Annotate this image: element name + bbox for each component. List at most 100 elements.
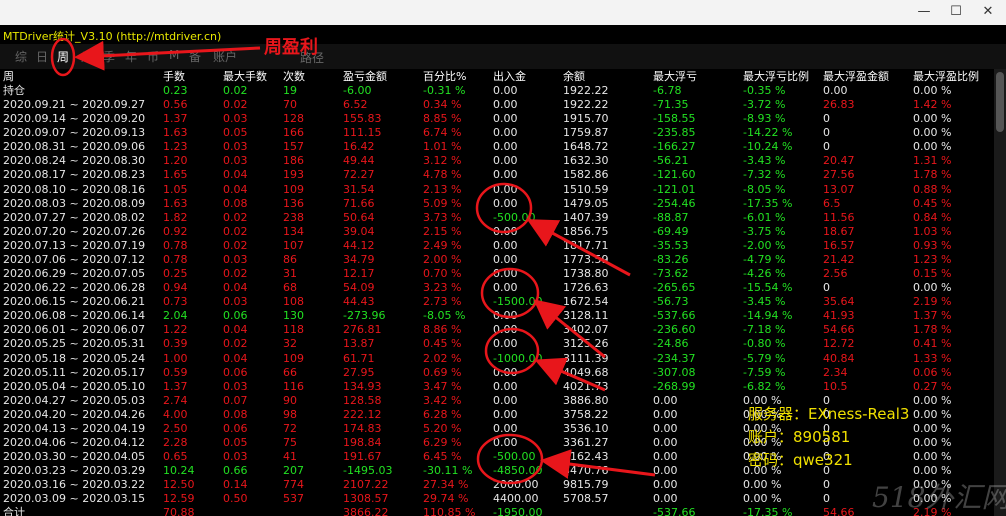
cell-col-2: 0.04 <box>223 182 248 196</box>
cell-col-5: 3.73 % <box>423 210 462 224</box>
app-header: MTDriver统计_V3.10 (http://mtdriver.cn) <box>0 25 1006 44</box>
table-row[interactable]: 2020.09.14 ~ 2020.09.20 1.37 0.03 128 155.83… <box>0 112 994 126</box>
cell-col-10: 21.42 <box>823 252 855 266</box>
column-header[interactable]: 周 <box>3 70 161 84</box>
cell-col-10: 12.72 <box>823 337 855 351</box>
cell-col-1: 0.65 <box>163 450 188 464</box>
cell-col-0: 2020.04.27 ~ 2020.05.03 <box>3 393 146 407</box>
cell-col-6: -1950.00 <box>493 506 543 516</box>
cell-col-2: 0.04 <box>223 281 248 295</box>
table-row[interactable]: 2020.08.24 ~ 2020.08.30 1.20 0.03 186 49.44 3… <box>0 154 994 168</box>
tab-5[interactable]: 年 <box>125 48 137 65</box>
cell-col-0: 2020.03.16 ~ 2020.03.22 <box>3 478 146 492</box>
cell-col-1: 1.63 <box>163 196 188 210</box>
scrollbar-thumb[interactable] <box>996 72 1004 132</box>
cell-col-5: 6.29 % <box>423 436 462 449</box>
table-row[interactable]: 2020.05.25 ~ 2020.05.31 0.39 0.02 32 13.87 0.… <box>0 337 994 351</box>
table-row[interactable]: 2020.09.07 ~ 2020.09.13 1.63 0.05 166 111.15… <box>0 126 994 140</box>
column-header[interactable]: 手数 <box>163 70 221 84</box>
column-header[interactable]: 次数 <box>283 70 341 84</box>
table-row[interactable]: 2020.08.10 ~ 2020.08.16 1.05 0.04 109 31.54 2… <box>0 183 994 197</box>
cell-col-11: 0.00 % <box>913 112 952 126</box>
cell-col-0: 2020.03.09 ~ 2020.03.15 <box>3 492 146 506</box>
cell-col-10: 41.93 <box>823 309 855 323</box>
cell-col-4: 34.79 <box>343 252 375 266</box>
column-header[interactable]: 最大浮亏比例 <box>743 70 821 84</box>
cell-col-4: 1308.57 <box>343 492 389 506</box>
table-row[interactable]: 2020.08.17 ~ 2020.08.23 1.65 0.04 193 72.27 4… <box>0 168 994 182</box>
cell-col-5: 110.85 % <box>423 506 476 516</box>
cell-col-11: 0.00 % <box>913 407 952 421</box>
table-row[interactable]: 2020.07.06 ~ 2020.07.12 0.78 0.03 86 34.79 2.… <box>0 253 994 267</box>
cell-col-10: 18.67 <box>823 224 855 238</box>
column-header[interactable]: 百分比% <box>423 70 491 84</box>
cell-col-7: 4049.68 <box>563 365 609 379</box>
table-row[interactable]: 2020.08.03 ~ 2020.08.09 1.63 0.08 136 71.66 5… <box>0 197 994 211</box>
tab-2[interactable]: 周 <box>57 48 69 65</box>
table-row[interactable]: 2020.06.15 ~ 2020.06.21 0.73 0.03 108 44.43 2… <box>0 295 994 309</box>
cell-col-0: 2020.07.06 ~ 2020.07.12 <box>3 252 146 266</box>
table-row[interactable]: 2020.05.18 ~ 2020.05.24 1.00 0.04 109 61.71 2… <box>0 352 994 366</box>
table-row[interactable]: 2020.09.21 ~ 2020.09.27 0.56 0.02 70 6.52 0.3… <box>0 98 994 112</box>
cell-col-1: 1.05 <box>163 182 188 196</box>
tab-4[interactable]: 季 <box>103 48 115 65</box>
table-row[interactable]: 2020.07.27 ~ 2020.08.02 1.82 0.02 238 50.64 3… <box>0 211 994 225</box>
cell-col-10: 40.84 <box>823 351 855 365</box>
cell-col-2: 0.04 <box>223 168 248 182</box>
account-info: 账户：890581 <box>748 426 850 447</box>
column-header[interactable]: 余额 <box>563 70 651 84</box>
column-header[interactable]: 最大浮盈金额 <box>823 70 911 84</box>
cell-col-7: 1407.39 <box>563 210 609 224</box>
table-row[interactable]: 2020.08.31 ~ 2020.09.06 1.23 0.03 157 16.42 1… <box>0 140 994 154</box>
cell-col-6: 0.00 <box>493 84 518 97</box>
table-row[interactable]: 2020.07.20 ~ 2020.07.26 0.92 0.02 134 39.04 2… <box>0 225 994 239</box>
table-row[interactable]: 2020.06.08 ~ 2020.06.14 2.04 0.06 130 -273.9… <box>0 309 994 323</box>
column-header[interactable]: 出入金 <box>493 70 561 84</box>
cell-col-5: 4.78 % <box>423 168 462 182</box>
tab-7[interactable]: M <box>169 48 179 62</box>
tab-3[interactable]: 月 <box>81 48 93 65</box>
table-total-row[interactable]: 合计 70.88 3866.22 110.85 % -1950.00 -537.66 -17… <box>0 506 994 516</box>
table-row[interactable]: 2020.06.01 ~ 2020.06.07 1.22 0.04 118 276.81… <box>0 323 994 337</box>
cell-col-10: 10.5 <box>823 379 848 393</box>
tab-1[interactable]: 日 <box>36 48 48 65</box>
cell-col-3: 537 <box>283 492 304 506</box>
table-row[interactable]: 2020.06.22 ~ 2020.06.28 0.94 0.04 68 54.09 3.… <box>0 281 994 295</box>
column-header[interactable]: 最大浮亏 <box>653 70 741 84</box>
column-header[interactable]: 最大浮盈比例 <box>913 70 993 84</box>
cell-col-9: -0.80 % <box>743 337 786 351</box>
maximize-button[interactable]: ☐ <box>938 2 974 22</box>
table-row[interactable]: 2020.05.11 ~ 2020.05.17 0.59 0.06 66 27.95 0.… <box>0 366 994 380</box>
table-row[interactable]: 持仓 0.23 0.02 19 -6.00 -0.31 % 0.00 1922.22 -6.78… <box>0 84 994 98</box>
cell-col-11: 0.00 % <box>913 281 952 295</box>
cell-col-3: 134 <box>283 224 304 238</box>
tab-9[interactable]: 账户 <box>213 48 237 65</box>
cell-col-3: 107 <box>283 238 304 252</box>
cell-col-4: 276.81 <box>343 323 382 337</box>
cell-col-3: 130 <box>283 309 304 323</box>
minimize-button[interactable]: — <box>906 2 942 22</box>
cell-col-6: 0.00 <box>493 98 518 112</box>
cell-col-1: 1.00 <box>163 351 188 365</box>
tab-0[interactable]: 综 <box>15 48 27 65</box>
column-header[interactable]: 盈亏金额 <box>343 70 421 84</box>
table-row[interactable]: 2020.03.09 ~ 2020.03.15 12.59 0.50 537 1308.… <box>0 492 994 506</box>
table-row[interactable]: 2020.07.13 ~ 2020.07.19 0.78 0.02 107 44.12 2… <box>0 239 994 253</box>
cell-col-2: 0.03 <box>223 140 248 154</box>
cell-col-2: 0.02 <box>223 267 248 281</box>
cell-col-5: 2.00 % <box>423 252 462 266</box>
column-header[interactable]: 最大手数 <box>223 70 281 84</box>
cell-col-9: -14.94 % <box>743 309 793 323</box>
cell-col-7: 1817.71 <box>563 238 609 252</box>
cell-col-11: 1.03 % <box>913 224 952 238</box>
cell-col-4: 198.84 <box>343 436 382 449</box>
table-row[interactable]: 2020.03.16 ~ 2020.03.22 12.50 0.14 774 2107.… <box>0 478 994 492</box>
tab-8[interactable]: 备 <box>189 48 201 65</box>
tab-6[interactable]: 币 <box>147 48 159 65</box>
vertical-scrollbar[interactable] <box>994 69 1006 516</box>
cell-col-8: -88.87 <box>653 210 689 224</box>
table-row[interactable]: 2020.06.29 ~ 2020.07.05 0.25 0.02 31 12.17 0.… <box>0 267 994 281</box>
close-button[interactable]: ✕ <box>970 2 1006 22</box>
cell-col-6: -500.00 <box>493 450 536 464</box>
table-row[interactable]: 2020.05.04 ~ 2020.05.10 1.37 0.03 116 134.93… <box>0 380 994 394</box>
